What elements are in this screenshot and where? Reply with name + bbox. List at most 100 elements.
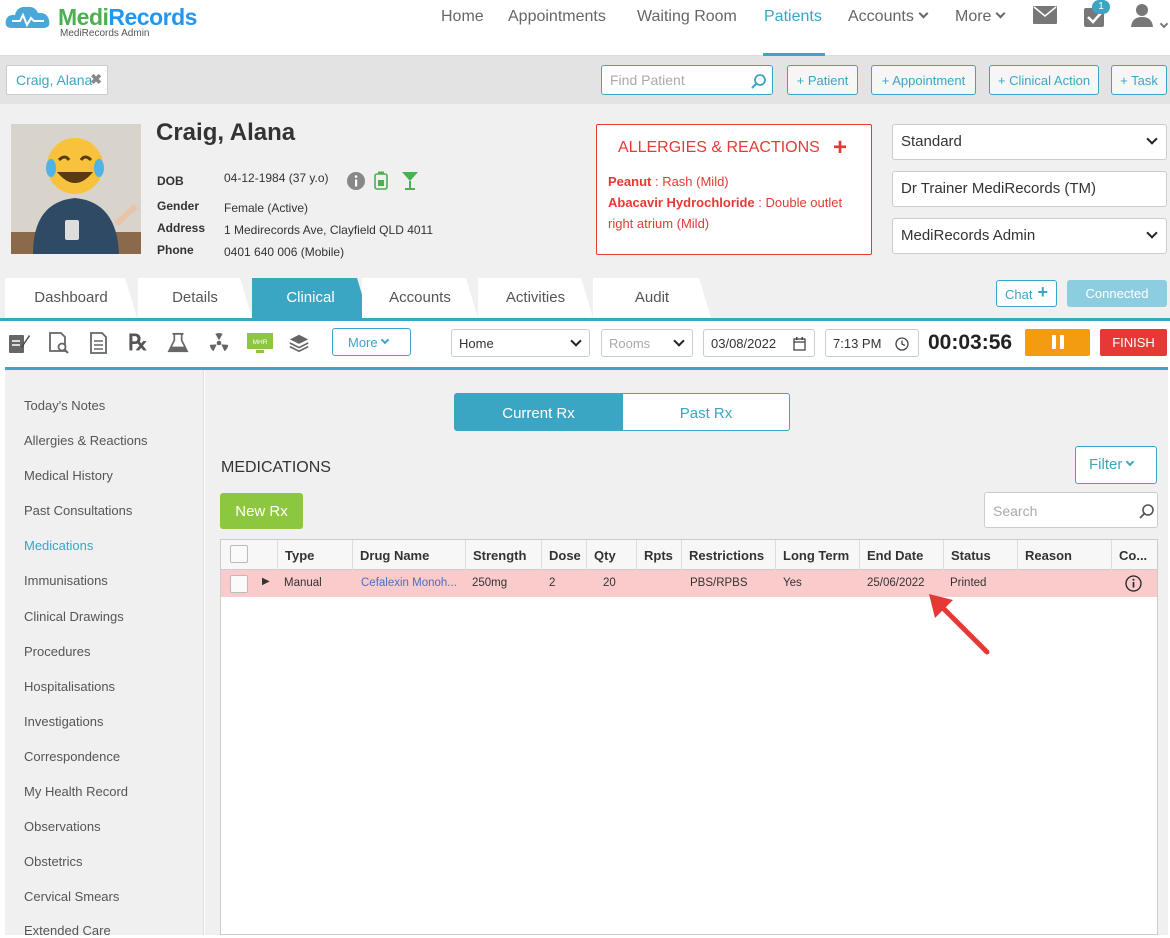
new-rx-button[interactable]: New Rx [220, 493, 303, 529]
my-health-record-icon[interactable]: MHR [246, 331, 274, 355]
sidebar-item-medications[interactable]: Medications [24, 538, 93, 553]
calendar-icon[interactable] [793, 337, 806, 351]
user-icon[interactable] [1130, 3, 1154, 27]
cell-type: Manual [284, 577, 322, 589]
sidebar-item-observations[interactable]: Observations [24, 819, 101, 834]
practice-select[interactable]: MediRecords Admin [892, 218, 1167, 254]
chevron-down-icon [570, 335, 582, 347]
nav-patients[interactable]: Patients [764, 8, 822, 28]
sidebar-item-investigations[interactable]: Investigations [24, 714, 104, 729]
column-header-restrictions[interactable]: Restrictions [681, 540, 775, 570]
add-appointment-button[interactable]: + Appointment [871, 65, 976, 95]
find-patient-input[interactable]: Find Patient [601, 65, 773, 95]
column-header-reason[interactable]: Reason [1017, 540, 1111, 570]
add-allergy-icon[interactable]: + [833, 134, 847, 162]
sidebar-item-correspondence[interactable]: Correspondence [24, 749, 120, 764]
document-icon[interactable] [88, 331, 110, 355]
time-input[interactable]: 7:13 PM [825, 329, 919, 357]
info-icon[interactable] [1125, 575, 1142, 592]
nav-appointments[interactable]: Appointments [508, 8, 606, 28]
column-header-qty[interactable]: Qty [586, 540, 636, 570]
phone-label: Phone [157, 243, 194, 257]
tab-details[interactable]: Details [138, 278, 252, 318]
mhr-icon-text: MHR [253, 339, 268, 346]
tab-accounts[interactable]: Accounts [362, 278, 478, 318]
search-icon[interactable] [1139, 503, 1155, 519]
cell-drug-name[interactable]: Cefalexin Monoh... [354, 570, 465, 597]
clock-icon[interactable] [895, 337, 909, 351]
column-header-strength[interactable]: Strength [465, 540, 541, 570]
document-search-icon[interactable] [48, 331, 70, 355]
column-header-dose[interactable]: Dose [541, 540, 586, 570]
sidebar-item-extended-care[interactable]: Extended Care [24, 923, 111, 938]
sidebar-item-todays-notes[interactable]: Today's Notes [24, 398, 105, 413]
close-icon[interactable]: ✖ [90, 71, 102, 88]
alcohol-status-icon[interactable] [401, 171, 419, 190]
column-header-end-date[interactable]: End Date [859, 540, 943, 570]
chevron-down-icon[interactable] [1159, 19, 1169, 29]
nav-accounts[interactable]: Accounts [848, 8, 929, 28]
connected-status-button[interactable]: Connected [1067, 280, 1167, 307]
open-patient-tab[interactable]: Craig, Alana ✖ [6, 65, 108, 95]
row-checkbox[interactable] [230, 575, 248, 593]
layers-icon[interactable] [288, 331, 310, 355]
sidebar-item-cervical-smears[interactable]: Cervical Smears [24, 889, 119, 904]
search-icon[interactable] [751, 73, 767, 89]
pathology-flask-icon[interactable] [167, 331, 189, 355]
tab-audit[interactable]: Audit [593, 278, 711, 318]
consult-type-select[interactable]: Standard [892, 124, 1167, 160]
cell-strength: 250mg [472, 577, 508, 589]
rooms-select[interactable]: Rooms [601, 329, 693, 357]
column-header-type[interactable]: Type [277, 540, 352, 570]
phone-value: 0401 640 006 (Mobile) [224, 245, 345, 259]
sidebar-item-hospitalisations[interactable]: Hospitalisations [24, 679, 115, 694]
chevron-down-icon [1126, 457, 1135, 467]
nav-more-label: More [955, 8, 992, 25]
add-clinical-action-button[interactable]: + Clinical Action [989, 65, 1099, 95]
sidebar-item-procedures[interactable]: Procedures [24, 644, 90, 659]
mail-icon[interactable] [1033, 6, 1057, 24]
column-header-rpts[interactable]: Rpts [636, 540, 681, 570]
chat-button[interactable]: Chat + [996, 280, 1057, 307]
info-icon[interactable] [347, 172, 365, 190]
column-header-comment[interactable]: Co... [1111, 540, 1157, 570]
table-row[interactable]: ▶ Manual Cefalexin Monoh... 250mg 2 20 P… [221, 570, 1157, 597]
expand-row-icon[interactable]: ▶ [255, 569, 270, 596]
tab-current-rx[interactable]: Current Rx [454, 393, 623, 431]
tab-dashboard[interactable]: Dashboard [5, 278, 137, 318]
column-header-drug-name[interactable]: Drug Name [352, 540, 465, 570]
add-patient-button[interactable]: + Patient [787, 65, 858, 95]
prescription-icon[interactable]: ℞ [128, 330, 150, 355]
column-header-status[interactable]: Status [943, 540, 1017, 570]
sidebar-item-immunisations[interactable]: Immunisations [24, 573, 108, 588]
toolbar-more-button[interactable]: More [332, 328, 411, 356]
nav-more[interactable]: More [955, 8, 1006, 28]
rooms-placeholder: Rooms [609, 336, 651, 351]
nav-waiting-room[interactable]: Waiting Room [637, 8, 737, 28]
smoking-status-icon[interactable] [374, 171, 388, 190]
radiology-icon[interactable] [208, 331, 230, 355]
column-header-long-term[interactable]: Long Term [775, 540, 859, 570]
tab-clinical[interactable]: Clinical [252, 278, 369, 318]
location-select[interactable]: Home [451, 329, 590, 357]
medication-search-input[interactable]: Search [984, 492, 1158, 528]
sidebar-item-medical-history[interactable]: Medical History [24, 468, 113, 483]
tab-activities[interactable]: Activities [478, 278, 593, 318]
filter-button[interactable]: Filter [1075, 446, 1157, 484]
notes-icon[interactable] [8, 331, 30, 355]
pause-button[interactable] [1025, 329, 1090, 356]
sidebar-item-obstetrics[interactable]: Obstetrics [24, 854, 83, 869]
date-input[interactable]: 03/08/2022 [703, 329, 815, 357]
logo[interactable]: MediRecords [58, 4, 197, 31]
sidebar-item-allergies[interactable]: Allergies & Reactions [24, 433, 148, 448]
sidebar-item-past-consultations[interactable]: Past Consultations [24, 503, 132, 518]
sidebar-item-clinical-drawings[interactable]: Clinical Drawings [24, 609, 124, 624]
tab-past-rx[interactable]: Past Rx [622, 393, 790, 431]
practitioner-field[interactable]: Dr Trainer MediRecords (TM) [892, 171, 1167, 207]
date-value: 03/08/2022 [711, 336, 777, 351]
add-task-button[interactable]: + Task [1111, 65, 1167, 95]
nav-home[interactable]: Home [441, 8, 484, 28]
finish-button[interactable]: FINISH [1100, 329, 1167, 356]
sidebar-item-my-health-record[interactable]: My Health Record [24, 784, 128, 799]
select-all-checkbox[interactable] [230, 545, 248, 563]
